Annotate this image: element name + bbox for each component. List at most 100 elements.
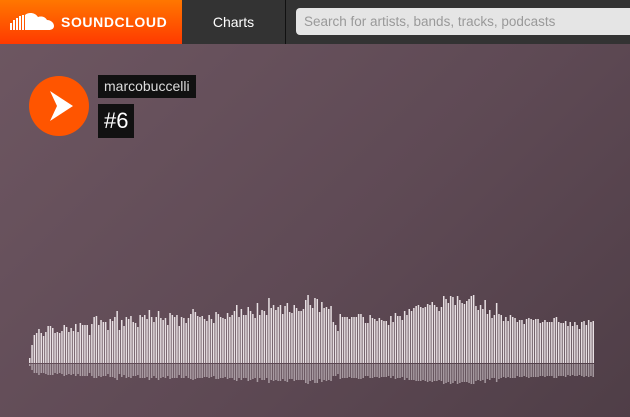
waveform-reflection-bar [558, 364, 560, 376]
waveform-reflection-bar [167, 364, 169, 376]
waveform-reflection-bar [54, 364, 56, 373]
waveform-reflection-bar [29, 364, 31, 366]
waveform-reflection-bar [537, 364, 539, 377]
waveform-bar [47, 326, 49, 363]
track-artist[interactable]: marcobuccelli [98, 75, 196, 98]
waveform-bar [118, 330, 121, 363]
waveform-reflection-bar [553, 364, 555, 378]
soundcloud-logo[interactable]: SOUNDCLOUD [0, 0, 182, 44]
waveform-bar [109, 319, 111, 363]
waveform-bar [256, 303, 259, 363]
waveform-reflection-bar [408, 364, 410, 380]
waveform-bar [403, 311, 406, 363]
waveform-reflection-bar [84, 364, 86, 376]
waveform-bar [581, 322, 583, 363]
waveform-reflection-bar [571, 364, 574, 375]
waveform-bar [371, 318, 374, 363]
waveform-reflection-bar [479, 364, 482, 381]
waveform-reflection-bar [562, 364, 565, 376]
waveform-reflection-bar [360, 364, 362, 379]
waveform-bar [364, 323, 367, 363]
waveform-bar [544, 320, 546, 363]
waveform-bar [206, 321, 208, 363]
waveform-reflection-bar [132, 364, 134, 376]
waveform-bar [548, 322, 551, 363]
waveform[interactable] [0, 280, 630, 390]
waveform-reflection-bar [314, 364, 316, 383]
waveform-bar [217, 314, 220, 363]
waveform-bar [323, 308, 325, 363]
waveform-reflection-bar [88, 364, 91, 373]
waveform-bar [49, 326, 52, 363]
waveform-reflection-bar [367, 364, 369, 376]
waveform-bar [590, 322, 592, 363]
waveform-reflection-bar [109, 364, 111, 377]
waveform-reflection-bar [502, 364, 505, 377]
waveform-reflection-bar [102, 364, 105, 376]
waveform-bar [268, 298, 270, 363]
waveform-bar [401, 320, 404, 363]
waveform-reflection-bar [70, 364, 72, 375]
waveform-bar [224, 319, 226, 363]
waveform-bar [150, 317, 153, 363]
waveform-reflection-bar [403, 364, 406, 380]
play-button[interactable] [29, 76, 89, 136]
search-input[interactable] [296, 8, 630, 35]
waveform-bar [148, 310, 151, 363]
waveform-reflection-bar [495, 364, 498, 382]
waveform-bar [111, 321, 114, 363]
waveform-bar [477, 310, 479, 363]
waveform-bar [438, 311, 440, 363]
waveform-reflection-bar [355, 364, 358, 378]
waveform-bar [406, 315, 408, 363]
waveform-bar [325, 307, 328, 363]
waveform-bar [537, 319, 539, 363]
waveform-bar [171, 315, 174, 363]
waveform-bar [394, 313, 397, 363]
nav-charts-link[interactable]: Charts [182, 0, 286, 44]
waveform-bar [470, 296, 473, 363]
waveform-bar [293, 305, 295, 363]
waveform-bar [447, 303, 450, 363]
waveform-reflection-bar [111, 364, 114, 377]
waveform-reflection-bar [482, 364, 484, 380]
waveform-bar [332, 322, 335, 363]
waveform-bar [199, 317, 201, 363]
waveform-reflection-bar [583, 364, 585, 377]
waveform-reflection-bar [422, 364, 424, 380]
waveform-reflection-bar [213, 364, 215, 376]
waveform-reflection-bar [587, 364, 590, 377]
waveform-bar [507, 321, 509, 363]
waveform-bar [452, 297, 454, 363]
waveform-bar [521, 320, 523, 363]
waveform-reflection-bar [383, 364, 385, 377]
waveform-bar [502, 321, 505, 363]
waveform-bar [587, 320, 590, 363]
waveform-bar [139, 315, 141, 363]
waveform-reflection-bar [401, 364, 404, 377]
waveform-bar [374, 319, 376, 363]
waveform-bar [134, 323, 137, 363]
waveform-reflection-bar [249, 364, 252, 380]
waveform-reflection-bar [58, 364, 61, 373]
waveform-reflection-bar [410, 364, 413, 380]
waveform-bar [242, 315, 245, 363]
waveform-reflection-bar [346, 364, 348, 378]
waveform-reflection-bar [134, 364, 137, 376]
waveform-bar [410, 311, 413, 363]
waveform-reflection-bar [518, 364, 521, 377]
waveform-bar [194, 312, 197, 363]
waveform-reflection-bar [284, 364, 286, 381]
waveform-reflection-bar [91, 364, 93, 376]
waveform-reflection-bar [369, 364, 371, 378]
waveform-bar [247, 307, 249, 363]
waveform-bar [100, 320, 102, 363]
brand-name: SOUNDCLOUD [61, 14, 168, 30]
waveform-reflection-bar [150, 364, 153, 378]
waveform-bar [321, 302, 323, 363]
waveform-bar [558, 322, 560, 363]
waveform-reflection-bar [454, 364, 456, 381]
waveform-bar [196, 316, 199, 363]
waveform-bar [571, 326, 574, 363]
waveform-reflection-bar [523, 364, 525, 376]
